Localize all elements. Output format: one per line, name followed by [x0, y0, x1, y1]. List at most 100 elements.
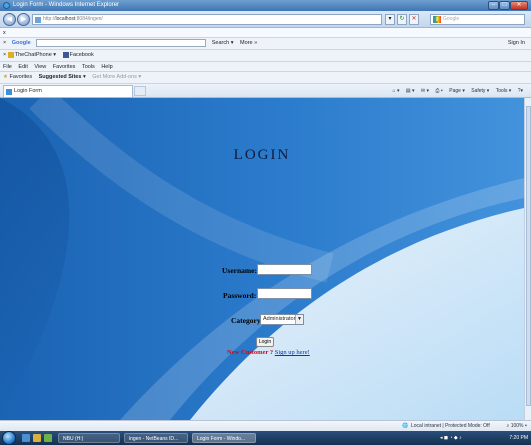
command-bar: ⌂ ▾ ▤ ▾ ✉ ▾ ⎙ ▾ Page ▾ Safety ▾ Tools ▾ …	[393, 86, 528, 96]
help-icon[interactable]: ?▾	[518, 86, 523, 96]
category-label: Category:	[231, 316, 264, 325]
category-selected-value: Administrator	[263, 316, 296, 322]
tab-bar: Login Form ⌂ ▾ ▤ ▾ ✉ ▾ ⎙ ▾ Page ▾ Safety…	[0, 84, 531, 98]
search-input[interactable]: g Google	[430, 14, 525, 25]
menu-view[interactable]: View	[34, 62, 46, 71]
get-addons-label: Get More Add-ons	[92, 74, 137, 80]
facebook-icon	[62, 51, 69, 58]
search-placeholder: Google	[443, 16, 460, 22]
password-label: Password:	[223, 291, 257, 300]
login-button[interactable]: Login	[256, 337, 274, 347]
chatphone-label: TheChatPhone	[14, 52, 52, 58]
tab-login-form[interactable]: Login Form	[3, 85, 133, 97]
chevron-down-icon: ▼	[295, 315, 303, 324]
vertical-scrollbar[interactable]	[524, 98, 531, 420]
address-toolbar: ◀ ▶ http://localhost:8084/ingen/ ▾ ↻ ✕ g…	[0, 11, 531, 28]
google-sign-in-button[interactable]: Sign In	[508, 38, 525, 48]
new-customer-text: New Customer ? Sign up here!	[227, 349, 310, 356]
start-button[interactable]	[2, 431, 16, 445]
feeds-icon[interactable]: ▤ ▾	[406, 86, 415, 96]
star-icon: ★	[3, 74, 8, 80]
facebook-button[interactable]: Facebook	[62, 50, 94, 60]
google-icon: g	[433, 16, 441, 23]
scrollbar-thumb[interactable]	[526, 106, 531, 406]
username-label: Username:	[222, 266, 257, 275]
menu-favorites[interactable]: Favorites	[53, 62, 76, 71]
zone-icon: 🌐	[402, 423, 409, 429]
maximize-button[interactable]: □	[499, 1, 510, 10]
new-tab-button[interactable]	[134, 86, 146, 96]
tray-icons[interactable]: ◂ ◼ ◔ ◆ ♪	[440, 431, 462, 445]
forward-icon[interactable]: ▶	[17, 13, 30, 26]
taskbar: NBU (H:) ingen - NetBeans ID... Login Fo…	[0, 431, 531, 445]
google-search-label: Search	[211, 40, 230, 46]
page-content: LOGIN Username: Password: Category: Admi…	[0, 98, 524, 420]
login-title: LOGIN	[233, 147, 291, 163]
dropdown-icon[interactable]: ▾	[385, 14, 395, 25]
google-search-button[interactable]: Search ▾	[212, 38, 234, 48]
menu-help[interactable]: Help	[101, 62, 112, 71]
chatphone-icon	[7, 51, 14, 58]
taskbar-item-login-form[interactable]: Login Form - Windo...	[192, 433, 256, 443]
window-title: Login Form - Windows Internet Explorer	[13, 2, 120, 8]
favorites-button[interactable]: ★ Favorites	[3, 72, 32, 82]
title-bar: Login Form - Windows Internet Explorer –…	[0, 0, 531, 11]
clock: 7:20 PM	[509, 435, 528, 441]
stop-icon[interactable]: ✕	[409, 14, 419, 25]
home-icon[interactable]: ⌂ ▾	[393, 86, 400, 96]
chatphone-button[interactable]: TheChatPhone ▾	[7, 50, 56, 60]
taskbar-item-nbu[interactable]: NBU (H:)	[58, 433, 120, 443]
url-rest: :8084/ingen/	[75, 16, 103, 22]
suggested-sites-button[interactable]: Suggested Sites ▾	[39, 72, 86, 82]
browser-window: Login Form - Windows Internet Explorer –…	[0, 0, 531, 445]
google-toolbar: × Google Search ▾ More » Sign In	[0, 38, 531, 50]
google-logo: Google	[11, 40, 31, 46]
ie-icon	[3, 2, 10, 9]
username-input[interactable]	[257, 264, 312, 275]
page-menu[interactable]: Page ▾	[449, 86, 465, 96]
menu-edit[interactable]: Edit	[18, 62, 27, 71]
new-customer-label: New Customer ?	[227, 349, 274, 356]
google-more-button[interactable]: More »	[240, 38, 257, 48]
taskbar-item-netbeans[interactable]: ingen - NetBeans ID...	[124, 433, 188, 443]
close-toolbar-icon[interactable]: x	[3, 30, 6, 36]
url-prefix: http://	[43, 16, 56, 22]
suggested-sites-label: Suggested Sites	[38, 74, 82, 80]
password-input[interactable]	[257, 288, 312, 299]
ie-quicklaunch-icon[interactable]	[22, 434, 30, 442]
tab-title: Login Form	[14, 88, 42, 94]
tab-page-icon	[6, 89, 12, 95]
tools-menu-label: Tools	[495, 88, 508, 94]
menu-tools[interactable]: Tools	[82, 62, 95, 71]
media-quicklaunch-icon[interactable]	[44, 434, 52, 442]
get-addons-button[interactable]: Get More Add-ons ▾	[92, 72, 141, 82]
safety-menu-label: Safety	[471, 88, 486, 94]
favorites-bar: ★ Favorites Suggested Sites ▾ Get More A…	[0, 72, 531, 84]
address-input[interactable]: http://localhost:8084/ingen/	[32, 14, 382, 25]
minimize-button[interactable]: –	[488, 1, 499, 10]
folder-quicklaunch-icon[interactable]	[33, 434, 41, 442]
status-bar: 🌐 Local intranet | Protected Mode: Off ⌕…	[0, 420, 531, 431]
favorites-label: Favorites	[9, 74, 33, 80]
url-host: localhost	[55, 16, 76, 22]
zoom-value: 100%	[510, 423, 524, 429]
safety-menu[interactable]: Safety ▾	[471, 86, 489, 96]
close-window-button[interactable]: ✕	[510, 1, 528, 10]
page-menu-label: Page	[449, 88, 461, 94]
print-icon[interactable]: ⎙ ▾	[435, 86, 443, 96]
back-icon[interactable]: ◀	[3, 13, 16, 26]
menu-bar: File Edit View Favorites Tools Help	[0, 62, 531, 72]
chatphone-toolbar: × TheChatPhone ▾ Facebook	[0, 50, 531, 62]
refresh-icon[interactable]: ↻	[397, 14, 407, 25]
category-select[interactable]: Administrator ▼	[260, 314, 304, 325]
page-icon	[35, 17, 41, 23]
menu-file[interactable]: File	[3, 62, 12, 71]
mail-icon[interactable]: ✉ ▾	[421, 86, 429, 96]
google-search-input[interactable]	[36, 38, 207, 47]
close-chatphone-toolbar-icon[interactable]: ×	[3, 52, 6, 58]
signup-link[interactable]: Sign up here!	[275, 349, 310, 356]
tools-menu[interactable]: Tools ▾	[496, 86, 512, 96]
zoom-level[interactable]: ⌕ 100% ▾	[507, 421, 528, 431]
toolbar-row-close: x	[0, 28, 531, 38]
close-google-toolbar-icon[interactable]: ×	[3, 40, 6, 46]
